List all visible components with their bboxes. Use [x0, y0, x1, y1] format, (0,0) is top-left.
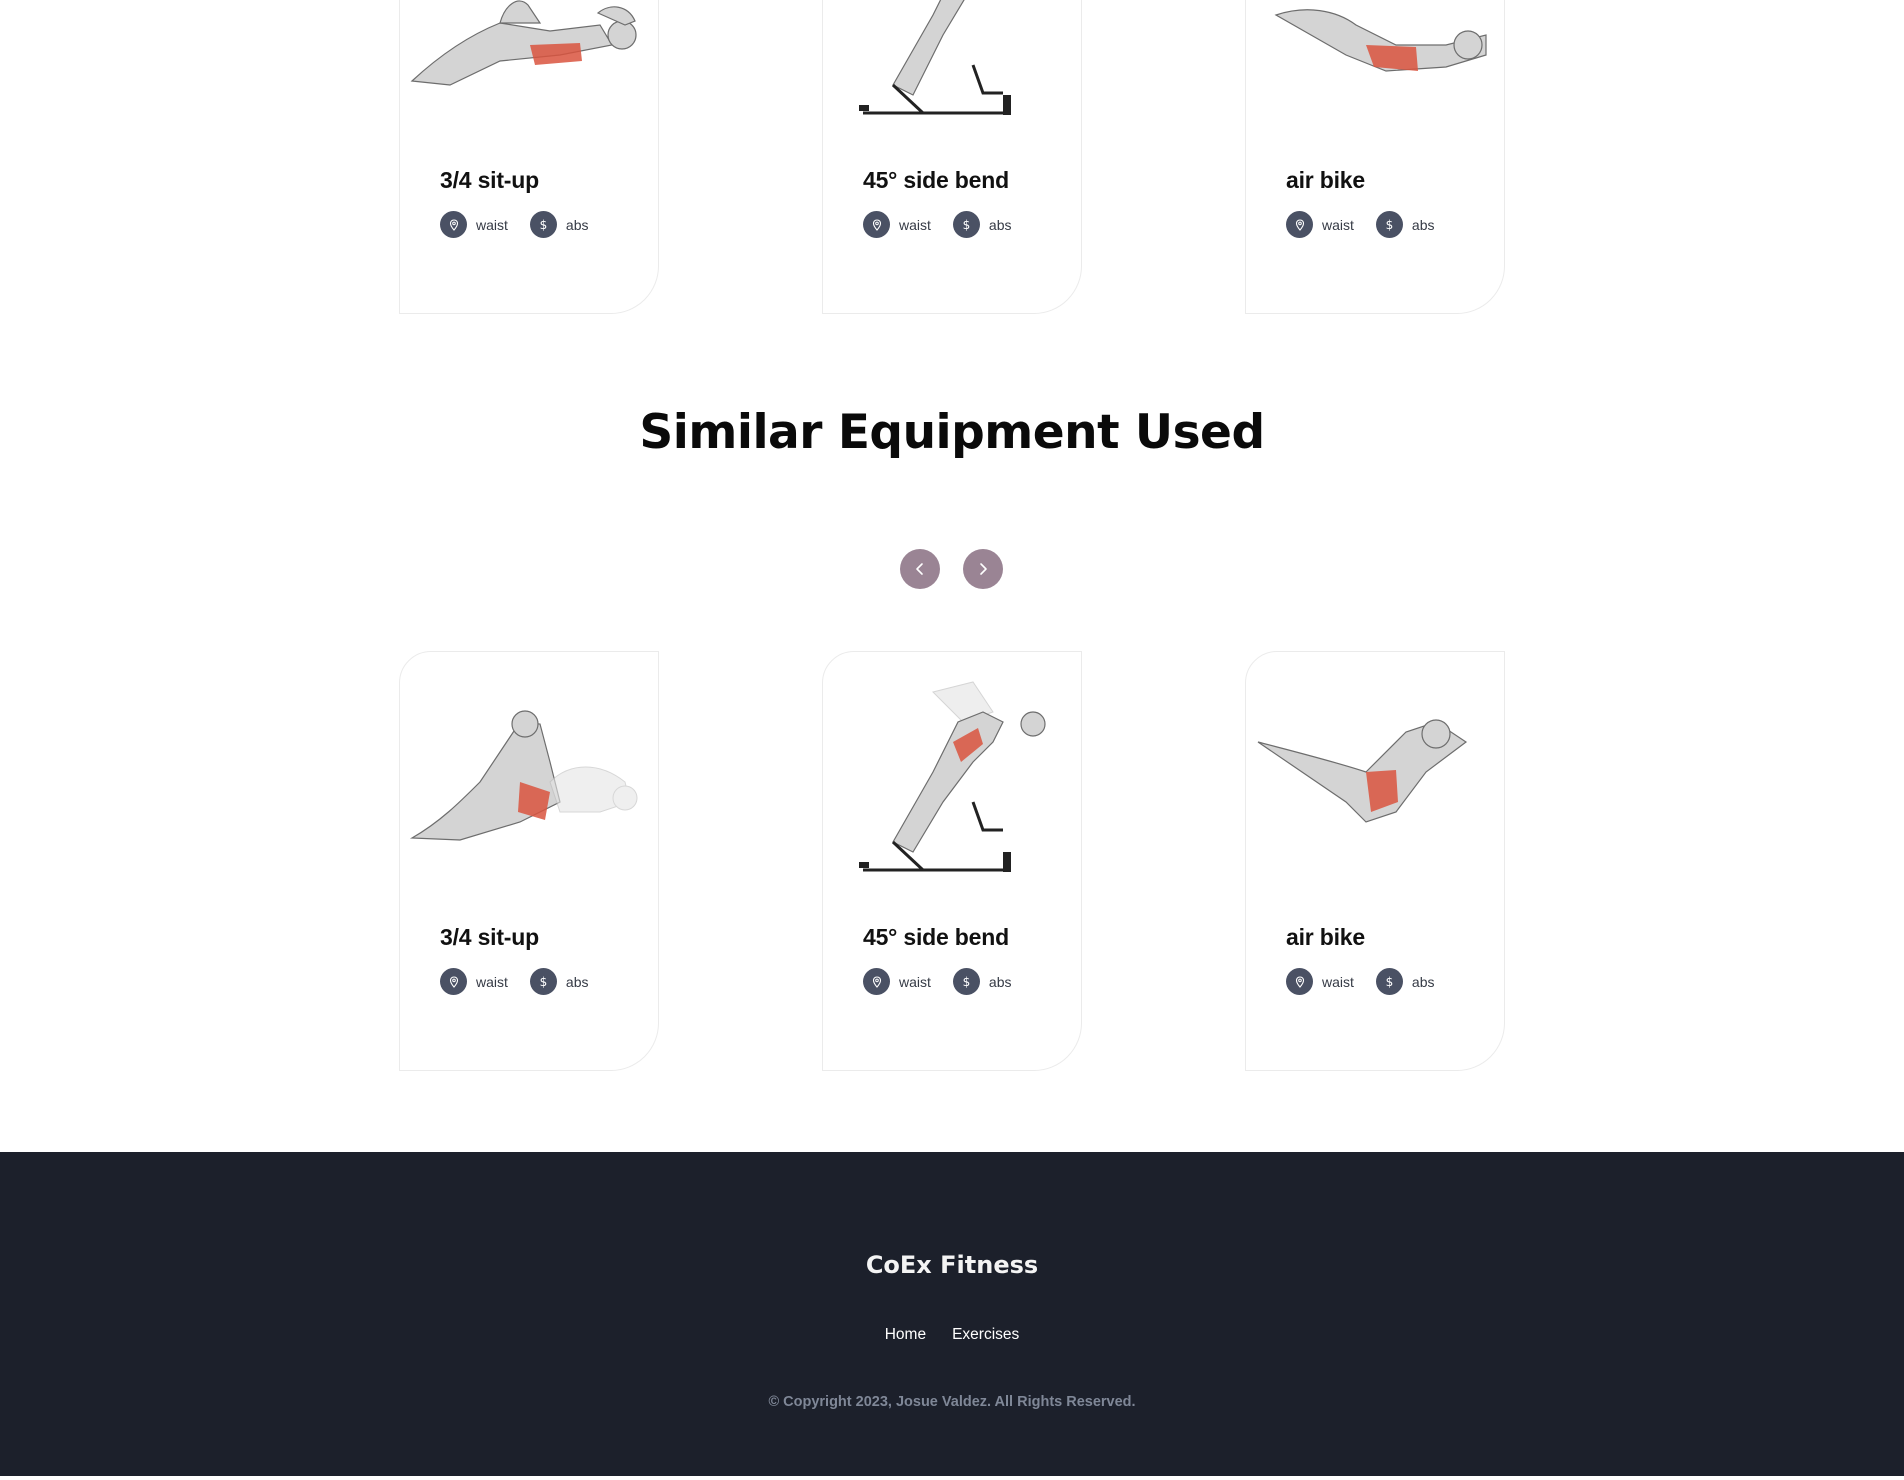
exercise-title: 45° side bend — [863, 924, 1009, 950]
exercise-tags: waist $ abs — [440, 968, 610, 995]
dollar-icon: $ — [529, 211, 557, 238]
carousel-next-button[interactable] — [963, 549, 1003, 589]
exercise-title: air bike — [1286, 167, 1365, 193]
exercise-illustration — [1246, 0, 1504, 155]
location-pin-icon — [1286, 968, 1313, 995]
copyright-text: © Copyright 2023, Josue Valdez. All Righ… — [768, 1394, 1136, 1410]
tag-body-part: waist — [440, 211, 508, 238]
location-pin-icon — [863, 968, 890, 995]
tag-body-part: waist — [1286, 211, 1354, 238]
tag-label: abs — [988, 973, 1012, 990]
footer-brand: CoEx Fitness — [865, 1251, 1039, 1279]
footer-nav: Home Exercises — [0, 1326, 1904, 1344]
tag-label: abs — [1411, 216, 1435, 233]
exercise-card[interactable]: air bike waist $ abs — [1245, 0, 1505, 314]
tag-target: $ abs — [952, 211, 1012, 238]
exercise-tags: waist $ abs — [863, 211, 1033, 238]
dollar-icon: $ — [952, 211, 980, 238]
footer-link-home[interactable]: Home — [885, 1326, 926, 1344]
section-title: Similar Equipment Used — [639, 405, 1265, 460]
tag-label: waist — [899, 973, 931, 990]
tag-target: $ abs — [529, 968, 589, 995]
tag-label: waist — [1322, 216, 1354, 233]
exercise-card[interactable]: 45° side bend waist $ abs — [822, 651, 1082, 1071]
tag-label: abs — [1411, 973, 1435, 990]
exercise-cards-row-top: 3/4 sit-up waist $ abs 45° side bend wai… — [0, 0, 1904, 314]
exercise-card[interactable]: air bike waist $ abs — [1245, 651, 1505, 1071]
site-footer: CoEx Fitness Home Exercises © Copyright … — [0, 1152, 1904, 1476]
chevron-left-icon — [916, 563, 923, 575]
exercise-card[interactable]: 45° side bend waist $ abs — [822, 0, 1082, 314]
footer-link-exercises[interactable]: Exercises — [952, 1326, 1019, 1344]
tag-body-part: waist — [440, 968, 508, 995]
exercise-title: 45° side bend — [863, 167, 1009, 193]
exercise-illustration — [1246, 652, 1504, 912]
tag-label: abs — [565, 973, 589, 990]
dollar-icon: $ — [1375, 211, 1403, 238]
exercise-card[interactable]: 3/4 sit-up waist $ abs — [399, 651, 659, 1071]
tag-label: waist — [476, 216, 508, 233]
exercise-tags: waist $ abs — [440, 211, 610, 238]
tag-target: $ abs — [1375, 211, 1435, 238]
tag-label: abs — [565, 216, 589, 233]
dollar-icon: $ — [952, 968, 980, 995]
dollar-icon: $ — [1375, 968, 1403, 995]
tag-label: waist — [476, 973, 508, 990]
exercise-illustration — [823, 652, 1081, 912]
tag-label: waist — [899, 216, 931, 233]
exercise-tags: waist $ abs — [1286, 968, 1456, 995]
similar-equipment-cards: 3/4 sit-up waist $ abs 45° side bend wai… — [0, 651, 1904, 1071]
exercise-tags: waist $ abs — [863, 968, 1033, 995]
location-pin-icon — [863, 211, 890, 238]
chevron-right-icon — [980, 563, 987, 575]
tag-body-part: waist — [863, 211, 931, 238]
exercise-card[interactable]: 3/4 sit-up waist $ abs — [399, 0, 659, 314]
location-pin-icon — [440, 968, 467, 995]
exercise-illustration — [823, 0, 1081, 155]
tag-target: $ abs — [529, 211, 589, 238]
page-bottom-edge — [0, 1476, 1904, 1480]
dollar-icon: $ — [529, 968, 557, 995]
tag-target: $ abs — [1375, 968, 1435, 995]
tag-body-part: waist — [1286, 968, 1354, 995]
exercise-title: 3/4 sit-up — [440, 167, 539, 193]
tag-label: waist — [1322, 973, 1354, 990]
tag-label: abs — [988, 216, 1012, 233]
exercise-illustration — [400, 0, 658, 155]
tag-target: $ abs — [952, 968, 1012, 995]
carousel-prev-button[interactable] — [900, 549, 940, 589]
exercise-title: 3/4 sit-up — [440, 924, 539, 950]
exercise-tags: waist $ abs — [1286, 211, 1456, 238]
location-pin-icon — [1286, 211, 1313, 238]
tag-body-part: waist — [863, 968, 931, 995]
location-pin-icon — [440, 211, 467, 238]
exercise-title: air bike — [1286, 924, 1365, 950]
exercise-illustration — [400, 652, 658, 912]
